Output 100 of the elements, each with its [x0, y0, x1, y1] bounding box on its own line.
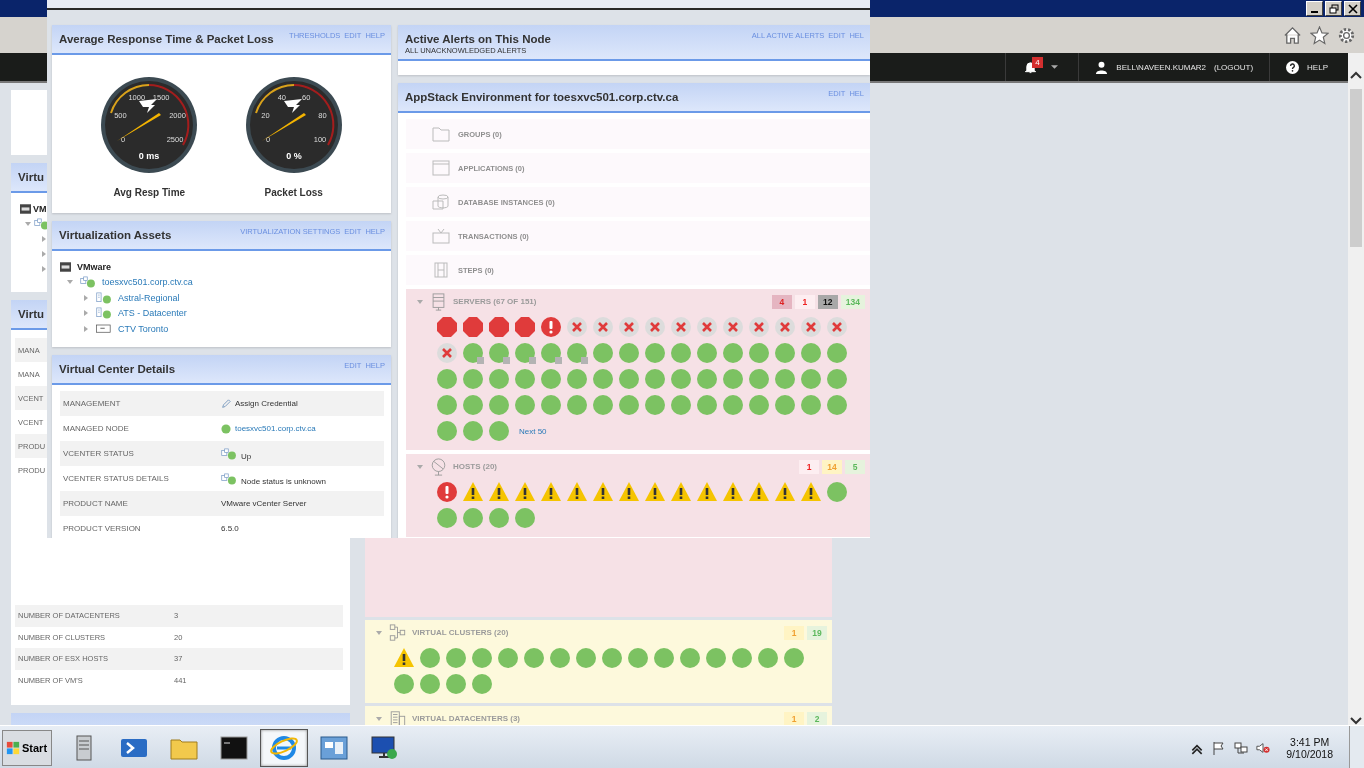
node-link[interactable]: toesxvc501.corp.ctv.ca	[235, 424, 316, 433]
circle-status-icon[interactable]	[592, 368, 614, 390]
tree-item[interactable]: VMware	[77, 261, 111, 272]
circle-status-icon[interactable]	[471, 673, 493, 695]
warning-icon[interactable]	[644, 481, 666, 503]
status-count[interactable]: 19	[807, 625, 827, 640]
circle-status-icon[interactable]	[540, 394, 562, 416]
help-link[interactable]: HELP	[1307, 62, 1328, 72]
x-circle-icon[interactable]	[670, 316, 692, 338]
circle-status-icon[interactable]	[566, 368, 588, 390]
x-circle-icon[interactable]	[748, 316, 770, 338]
tree-item[interactable]: ATS - Datacenter	[118, 308, 187, 319]
flag-icon[interactable]	[1212, 740, 1227, 755]
logout-link[interactable]: (LOGOUT)	[1214, 62, 1254, 72]
warning-icon[interactable]	[488, 481, 510, 503]
circle-status-icon[interactable]	[705, 647, 727, 669]
circle-status-icon[interactable]	[540, 368, 562, 390]
circle-status-icon[interactable]	[653, 647, 675, 669]
circle-status-icon[interactable]	[627, 647, 649, 669]
taskbar-app-button[interactable]	[260, 728, 308, 767]
circle-status-icon[interactable]	[445, 647, 467, 669]
circle-status-icon[interactable]	[575, 647, 597, 669]
caret-icon[interactable]	[1051, 64, 1059, 70]
speaker-muted-icon[interactable]	[1256, 740, 1271, 755]
next-page-link[interactable]: Next 50	[519, 426, 547, 436]
x-circle-icon[interactable]	[618, 316, 640, 338]
circle-status-icon[interactable]	[462, 342, 484, 364]
circle-status-icon[interactable]	[592, 394, 614, 416]
circle-status-icon[interactable]	[826, 368, 848, 390]
circle-status-icon[interactable]	[618, 394, 640, 416]
circle-status-icon[interactable]	[800, 394, 822, 416]
warning-icon[interactable]	[774, 481, 796, 503]
circle-status-icon[interactable]	[462, 420, 484, 442]
settings-icon[interactable]	[1337, 25, 1356, 45]
circle-status-icon[interactable]	[523, 647, 545, 669]
circle-status-icon[interactable]	[497, 647, 519, 669]
pencil-icon[interactable]	[221, 398, 231, 409]
circle-status-icon[interactable]	[601, 647, 623, 669]
status-count[interactable]: 1	[784, 625, 804, 640]
circle-status-icon[interactable]	[644, 342, 666, 364]
scroll-up-icon[interactable]	[1350, 71, 1362, 79]
network-icon[interactable]	[1234, 740, 1249, 755]
clock-time[interactable]: 3:41 PM	[1290, 735, 1330, 748]
circle-status-icon[interactable]	[731, 647, 753, 669]
home-icon[interactable]	[1283, 25, 1302, 45]
x-circle-icon[interactable]	[644, 316, 666, 338]
exclamation-circle-icon[interactable]	[436, 481, 458, 503]
circle-status-icon[interactable]	[748, 342, 770, 364]
status-count[interactable]: 2	[807, 711, 827, 725]
circle-status-icon[interactable]	[618, 342, 640, 364]
circle-status-icon[interactable]	[774, 342, 796, 364]
circle-status-icon[interactable]	[592, 342, 614, 364]
circle-status-icon[interactable]	[514, 368, 536, 390]
circle-status-icon[interactable]	[488, 368, 510, 390]
circle-status-icon[interactable]	[436, 394, 458, 416]
circle-status-icon[interactable]	[488, 342, 510, 364]
circle-status-icon[interactable]	[826, 394, 848, 416]
circle-status-icon[interactable]	[826, 342, 848, 364]
status-count[interactable]: 134	[840, 294, 865, 309]
tree-item[interactable]: CTV Toronto	[118, 323, 169, 334]
x-circle-icon[interactable]	[436, 342, 458, 364]
status-count[interactable]: 1	[799, 459, 819, 474]
circle-status-icon[interactable]	[722, 368, 744, 390]
restore-button[interactable]	[1325, 1, 1342, 16]
start-button[interactable]: Start	[2, 729, 52, 766]
circle-status-icon[interactable]	[696, 368, 718, 390]
octagon-status-icon[interactable]	[462, 316, 484, 338]
circle-status-icon[interactable]	[800, 368, 822, 390]
circle-status-icon[interactable]	[748, 368, 770, 390]
x-circle-icon[interactable]	[722, 316, 744, 338]
tree-item[interactable]: Astral-Regional	[118, 292, 180, 303]
circle-status-icon[interactable]	[670, 368, 692, 390]
warning-icon[interactable]	[722, 481, 744, 503]
assign-credential-link[interactable]: Assign Credential	[235, 399, 298, 408]
octagon-status-icon[interactable]	[436, 316, 458, 338]
help-icon[interactable]	[1286, 60, 1300, 74]
x-circle-icon[interactable]	[826, 316, 848, 338]
octagon-status-icon[interactable]	[488, 316, 510, 338]
warning-icon[interactable]	[514, 481, 536, 503]
x-circle-icon[interactable]	[592, 316, 614, 338]
bell-icon[interactable]	[1024, 60, 1038, 74]
circle-status-icon[interactable]	[644, 394, 666, 416]
circle-status-icon[interactable]	[696, 394, 718, 416]
circle-status-icon[interactable]	[445, 673, 467, 695]
circle-status-icon[interactable]	[618, 368, 640, 390]
x-circle-icon[interactable]	[696, 316, 718, 338]
scroll-down-icon[interactable]	[1350, 717, 1362, 725]
circle-status-icon[interactable]	[722, 394, 744, 416]
warning-icon[interactable]	[540, 481, 562, 503]
warning-icon[interactable]	[748, 481, 770, 503]
circle-status-icon[interactable]	[696, 342, 718, 364]
exclamation-circle-icon[interactable]	[540, 316, 562, 338]
circle-status-icon[interactable]	[488, 420, 510, 442]
circle-status-icon[interactable]	[757, 647, 779, 669]
circle-status-icon[interactable]	[436, 420, 458, 442]
minimize-button[interactable]	[1306, 1, 1323, 16]
circle-status-icon[interactable]	[800, 342, 822, 364]
circle-status-icon[interactable]	[679, 647, 701, 669]
favorites-star-icon[interactable]	[1310, 25, 1329, 45]
warning-icon[interactable]	[393, 647, 415, 669]
